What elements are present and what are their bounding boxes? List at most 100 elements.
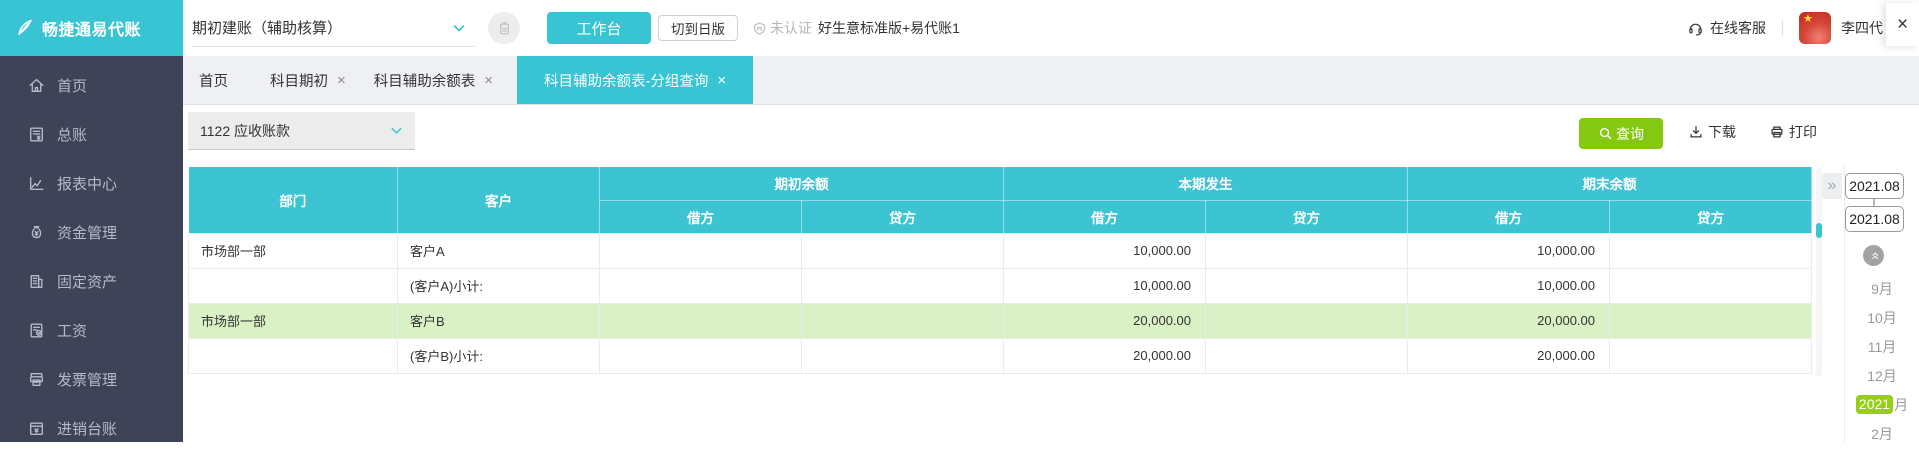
print-button[interactable]: 打印: [1769, 122, 1817, 142]
amount-cell: 20,000.00: [1407, 337, 1610, 374]
close-tab-icon[interactable]: ×: [484, 72, 493, 89]
column-group-header: 期初余额: [599, 167, 1004, 201]
amount-cell: [801, 232, 1004, 269]
text-cell: 客户B: [397, 302, 600, 339]
sub-column-header: 贷方: [801, 200, 1004, 233]
tab-subject-initial[interactable]: 科目期初 ×: [270, 56, 346, 104]
text-cell: [188, 267, 398, 304]
month-item[interactable]: 10月: [1845, 303, 1919, 332]
sidebar-item-invoice[interactable]: 发票管理: [0, 355, 183, 404]
month-item[interactable]: 2021 月: [1845, 390, 1919, 419]
month-item[interactable]: 11月: [1845, 332, 1919, 361]
sidebar-item-label: 首页: [57, 78, 88, 95]
download-button[interactable]: 下载: [1688, 122, 1736, 142]
report-panel: 1122 应收账款 查询 下载 打印 部门 客户 期初余额 本期发生 期末余额 借方 贷方借…: [183, 106, 1919, 442]
month-item[interactable]: 9月: [1845, 274, 1919, 303]
period-from-input[interactable]: 2021.08: [1845, 173, 1904, 199]
text-cell: [188, 337, 398, 374]
amount-cell: [1609, 232, 1812, 269]
column-group-header: 本期发生: [1003, 167, 1408, 201]
text-cell: (客户B)小计:: [397, 337, 600, 374]
tab-subject-aux-balance-group[interactable]: 科目辅助余额表-分组查询 ×: [517, 56, 754, 104]
online-support-label: 在线客服: [1710, 20, 1766, 36]
print-button-label: 打印: [1789, 124, 1817, 140]
username[interactable]: 李四代: [1841, 18, 1883, 38]
subject-select[interactable]: 1122 应收账款: [188, 112, 415, 150]
sidebar-item-payroll[interactable]: 工资: [0, 306, 183, 355]
sub-column-header: 贷方: [1609, 200, 1812, 233]
moneybag-icon: [27, 223, 46, 242]
amount-cell: [599, 302, 802, 339]
account-set-select[interactable]: 期初建账（辅助核算）: [192, 9, 475, 47]
text-cell: (客户A)小计:: [397, 267, 600, 304]
scrollbar-thumb[interactable]: [1816, 223, 1822, 238]
sidebar-item-home[interactable]: 首页: [0, 61, 183, 110]
amount-cell: [1609, 302, 1812, 339]
download-button-label: 下载: [1708, 124, 1736, 140]
sidebar-item-purchase-sales[interactable]: 进销台账: [0, 404, 183, 453]
switch-old-version-button[interactable]: 切到日版: [658, 15, 738, 41]
amount-cell: [1609, 267, 1812, 304]
ledger-icon: [27, 125, 46, 144]
table-row[interactable]: (客户A)小计: 10,000.00 10,000.00: [188, 267, 1812, 304]
month-list: 9月 10月 11月 12月 2021 月 2月: [1845, 274, 1919, 448]
table-scrollbar[interactable]: [1816, 167, 1822, 377]
amount-cell: [801, 267, 1004, 304]
sidebar-item-general-ledger[interactable]: 总账: [0, 110, 183, 159]
sidebar-item-label: 进销台账: [57, 421, 118, 438]
tab-strip: 首页 科目期初 × 科目辅助余额表 × 科目辅助余额表-分组查询 ×: [183, 56, 1919, 105]
table-row[interactable]: 市场部一部 客户A 10,000.00 10,000.00: [188, 232, 1812, 269]
sidebar-item-label: 固定资产: [57, 274, 118, 291]
table-row[interactable]: 市场部一部 客户B 20,000.00 20,000.00: [188, 302, 1812, 339]
tab-subject-aux-balance[interactable]: 科目辅助余额表 ×: [374, 56, 493, 104]
collapse-period-panel-button[interactable]: »: [1822, 173, 1842, 199]
sidebar-item-report-center[interactable]: 报表中心: [0, 159, 183, 208]
balance-table-grid: 部门 客户 期初余额 本期发生 期末余额 借方 贷方 借方 贷方 借方 贷方 市场部一部 客户A 10,0…: [188, 167, 1812, 374]
sidebar-item-label: 工资: [57, 323, 88, 340]
building-icon: [27, 272, 46, 291]
scroll-months-up-button[interactable]: »: [1863, 245, 1884, 266]
sidebar-item-label: 报表中心: [57, 176, 118, 193]
divider: [1873, 199, 1875, 206]
close-tab-icon[interactable]: ×: [337, 72, 346, 89]
table-row[interactable]: (客户B)小计: 20,000.00 20,000.00: [188, 337, 1812, 374]
month-item[interactable]: 2月: [1845, 419, 1919, 448]
close-all-tabs-button[interactable]: ×: [1886, 3, 1919, 46]
sidebar-item-fixed-assets[interactable]: 固定资产: [0, 257, 183, 306]
user-avatar[interactable]: [1799, 12, 1831, 44]
sub-column-header: 贷方: [1205, 200, 1408, 233]
sub-column-header: 借方: [1407, 200, 1610, 233]
amount-cell: 20,000.00: [1003, 302, 1206, 339]
close-tab-icon[interactable]: ×: [717, 72, 726, 89]
query-button-label: 查询: [1616, 125, 1644, 142]
month-label: 月: [1894, 396, 1909, 413]
sidebar-menu: 首页总账报表中心资金管理固定资产工资发票管理进销台账: [0, 56, 183, 453]
column-header: 部门: [188, 167, 398, 233]
tab-home[interactable]: 首页: [199, 56, 228, 104]
month-item[interactable]: 12月: [1845, 361, 1919, 390]
amount-cell: [1205, 302, 1408, 339]
double-chevron-up-icon: »: [1865, 251, 1882, 260]
notebook-icon[interactable]: [488, 12, 520, 44]
sub-column-header: 借方: [1003, 200, 1206, 233]
chart-icon: [27, 174, 46, 193]
amount-cell: [801, 302, 1004, 339]
period-to-input[interactable]: 2021.08: [1845, 206, 1904, 232]
month-label: 10月: [1867, 309, 1897, 326]
text-cell: 市场部一部: [188, 232, 398, 269]
workbench-button[interactable]: 工作台: [547, 12, 651, 44]
amount-cell: [1205, 232, 1408, 269]
cert-status[interactable]: 未认证: [752, 18, 812, 38]
subject-select-value: 1122 应收账款: [200, 122, 290, 139]
account-set-label: 期初建账（辅助核算）: [192, 20, 343, 37]
text-cell: 市场部一部: [188, 302, 398, 339]
amount-cell: 10,000.00: [1003, 232, 1206, 269]
app-logo: 畅捷通易代账: [0, 0, 183, 56]
online-support-link[interactable]: 在线客服: [1687, 18, 1766, 38]
query-button[interactable]: 查询: [1579, 118, 1663, 149]
amount-cell: 20,000.00: [1407, 302, 1610, 339]
sidebar-item-funds[interactable]: 资金管理: [0, 208, 183, 257]
home-icon: [27, 76, 46, 95]
column-group-header: 期末余额: [1407, 167, 1812, 201]
printer-icon: [1769, 124, 1785, 140]
